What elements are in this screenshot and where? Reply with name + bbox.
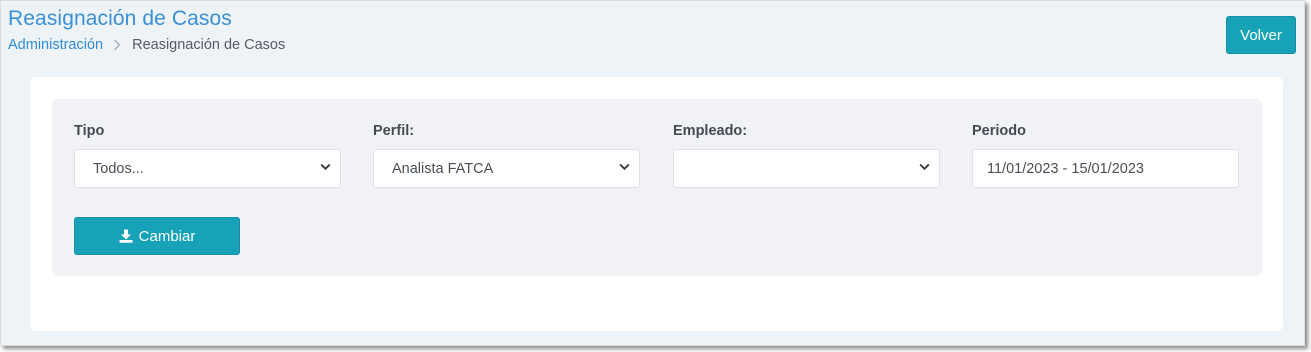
tipo-label: Tipo: [74, 123, 105, 139]
perfil-select[interactable]: Analista FATCA: [373, 149, 640, 188]
empleado-field: Empleado:: [673, 123, 940, 188]
perfil-label: Perfil:: [373, 123, 415, 139]
perfil-select-value: Analista FATCA: [392, 160, 494, 177]
perfil-field: Perfil: Analista FATCA: [373, 123, 640, 188]
tipo-select-value: Todos...: [93, 160, 144, 177]
chevron-down-icon: [320, 163, 331, 171]
filter-panel: Tipo Todos... Perfil: Analista FATCA Emp…: [52, 99, 1262, 276]
content-card: Tipo Todos... Perfil: Analista FATCA Emp…: [30, 77, 1283, 331]
breadcrumb: Administración Reasignación de Casos: [8, 37, 285, 53]
chevron-right-icon: [113, 39, 121, 51]
chevron-down-icon: [919, 163, 930, 171]
tipo-select[interactable]: Todos...: [74, 149, 341, 188]
change-button[interactable]: Cambiar: [74, 217, 240, 255]
download-icon: [119, 229, 133, 243]
empleado-label: Empleado:: [673, 123, 748, 139]
periodo-value: 11/01/2023 - 15/01/2023: [987, 160, 1144, 177]
tipo-field: Tipo Todos...: [74, 123, 341, 188]
empleado-select[interactable]: [673, 149, 940, 188]
breadcrumb-current: Reasignación de Casos: [132, 37, 286, 53]
chevron-down-icon: [619, 163, 630, 171]
page-frame: Reasignación de Casos Administración Rea…: [0, 0, 1305, 346]
periodo-date-range-input[interactable]: 11/01/2023 - 15/01/2023: [972, 149, 1239, 188]
back-button[interactable]: Volver: [1226, 16, 1296, 54]
periodo-field: Periodo 11/01/2023 - 15/01/2023: [972, 123, 1239, 188]
breadcrumb-link-administracion[interactable]: Administración: [8, 37, 103, 53]
change-button-label: Cambiar: [138, 227, 196, 245]
periodo-label: Periodo: [972, 123, 1026, 139]
page-title: Reasignación de Casos: [8, 7, 232, 30]
